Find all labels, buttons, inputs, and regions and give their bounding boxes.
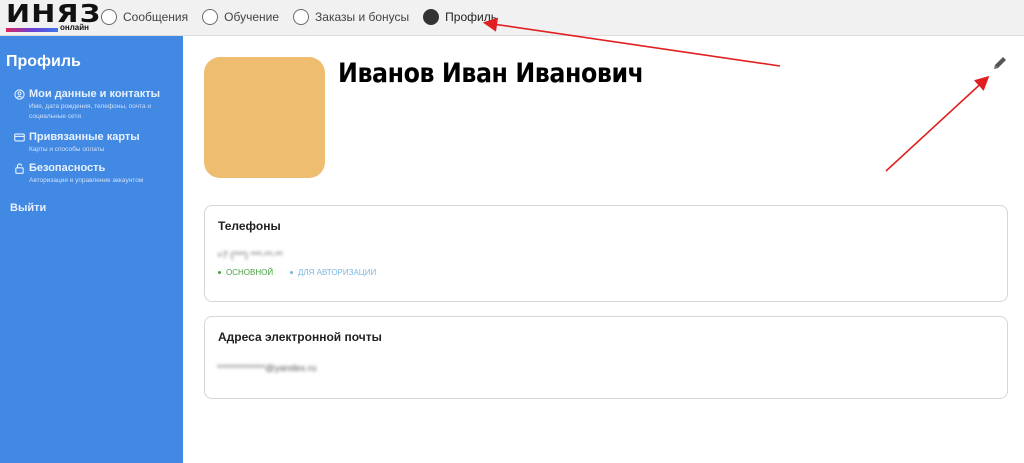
nav-messages[interactable]: Сообщения — [101, 9, 188, 25]
radio-empty-icon — [202, 9, 219, 25]
main-content: Иванов Иван Иванович Телефоны +7 (***) *… — [183, 36, 1024, 463]
phones-title: Телефоны — [218, 219, 281, 233]
logo-subtext: онлайн — [60, 23, 89, 32]
email-value: *************@yandex.ru — [217, 363, 317, 374]
sidebar-item-security[interactable]: Безопасность Авторизация и управление ак… — [14, 162, 182, 186]
nav-profile[interactable]: Профиль — [423, 9, 497, 25]
tag-auth-label: ДЛЯ АВТОРИЗАЦИИ — [298, 268, 377, 277]
sidebar-item-label: Безопасность — [29, 162, 106, 174]
top-bar: ИНЯЗ онлайн Сообщения Обучение Заказы и … — [0, 0, 1024, 36]
sidebar-item-subtext: Карты и способы оплаты — [29, 146, 105, 153]
tag-main-dot — [218, 271, 221, 274]
emails-title: Адреса электронной почты — [218, 330, 382, 344]
sidebar-title: Профиль — [6, 53, 81, 70]
emails-card: Адреса электронной почты *************@y… — [204, 316, 1008, 399]
sidebar-item-cards[interactable]: Привязанные карты Карты и способы оплаты — [14, 131, 182, 155]
nav-orders[interactable]: Заказы и бонусы — [293, 9, 409, 25]
sidebar: Профиль Мои данные и контакты Имя, дата … — [0, 36, 183, 463]
tag-main: ОСНОВНОЙ — [218, 268, 273, 277]
nav-profile-label: Профиль — [445, 10, 497, 24]
radio-filled-icon — [423, 9, 440, 25]
phones-card: Телефоны +7 (***) ***-**-** ОСНОВНОЙ ДЛЯ… — [204, 205, 1008, 302]
sidebar-item-label: Мои данные и контакты — [29, 88, 160, 100]
avatar[interactable] — [204, 57, 325, 178]
nav-learning[interactable]: Обучение — [202, 9, 279, 25]
pencil-icon[interactable] — [990, 53, 1010, 73]
tag-auth-dot — [290, 271, 293, 274]
user-circle-icon — [14, 88, 25, 100]
radio-empty-icon — [101, 9, 117, 25]
sidebar-item-subtext: Имя, дата рождения, телефоны, почта и со… — [29, 103, 152, 120]
logo-underline — [6, 28, 58, 32]
logout-link[interactable]: Выйти — [10, 202, 46, 214]
credit-card-icon — [14, 132, 25, 142]
nav-messages-label: Сообщения — [123, 10, 189, 24]
nav-orders-label: Заказы и бонусы — [315, 10, 410, 24]
tag-auth: ДЛЯ АВТОРИЗАЦИИ — [290, 268, 376, 277]
profile-name: Иванов Иван Иванович — [338, 58, 644, 89]
sidebar-item-my-data[interactable]: Мои данные и контакты Имя, дата рождения… — [14, 88, 182, 122]
sidebar-item-subtext: Авторизация и управление аккаунтом — [29, 177, 144, 184]
radio-empty-icon — [293, 9, 310, 25]
tag-main-label: ОСНОВНОЙ — [226, 268, 274, 277]
lock-icon — [15, 163, 24, 174]
logo[interactable]: ИНЯЗ онлайн — [4, 0, 100, 34]
nav-learning-label: Обучение — [224, 10, 280, 24]
phone-value: +7 (***) ***-**-** — [217, 250, 283, 261]
top-nav: Сообщения Обучение Заказы и бонусы Профи… — [101, 9, 511, 25]
sidebar-item-label: Привязанные карты — [29, 131, 140, 143]
